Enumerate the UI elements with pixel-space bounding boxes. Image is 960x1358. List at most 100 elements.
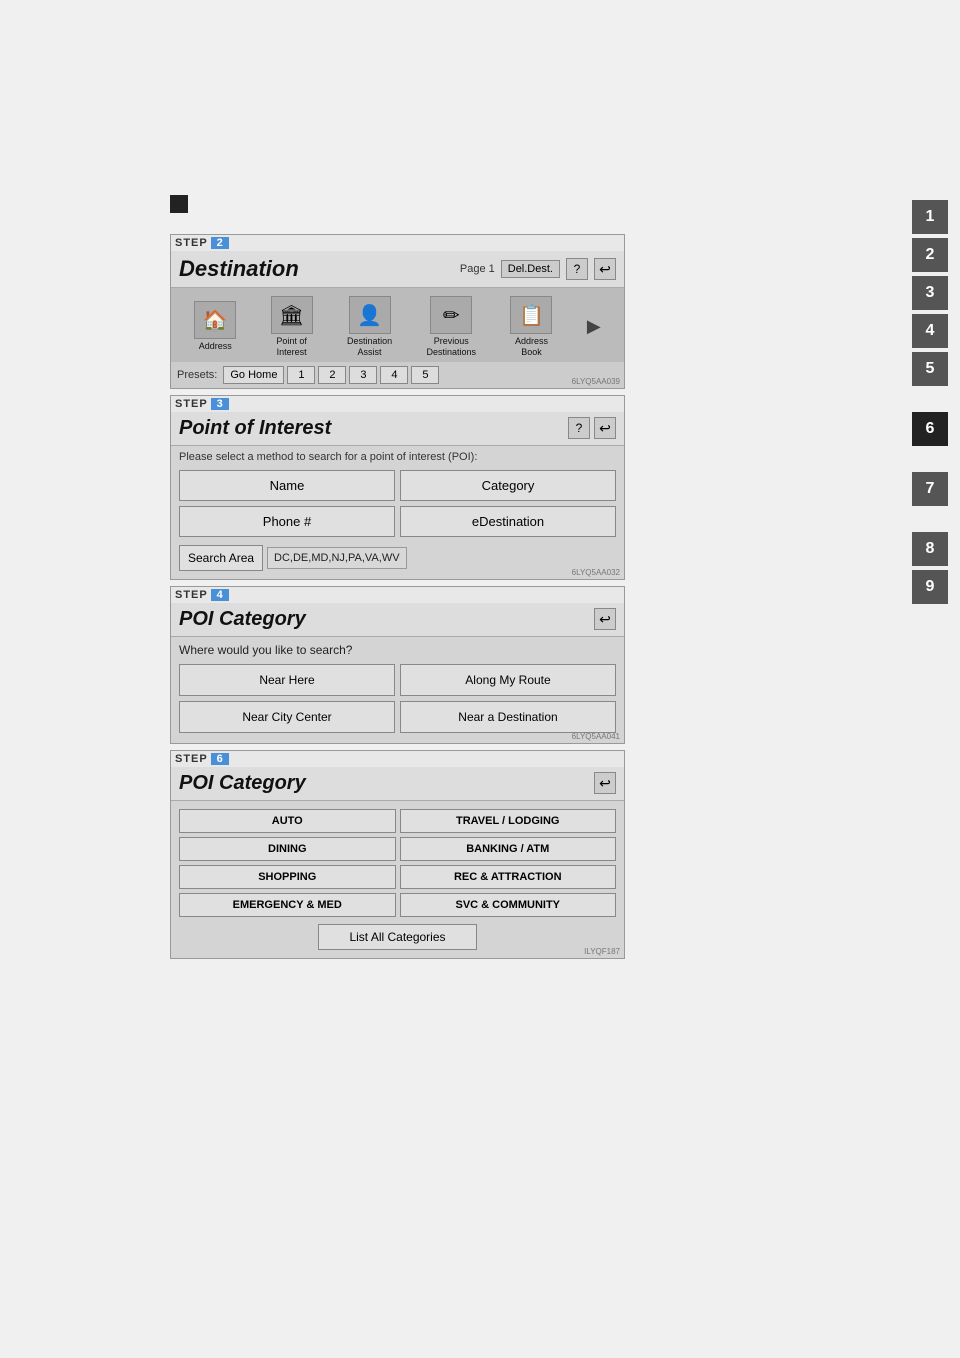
step2-panel: STEP 2 Destination Page 1 Del.Dest. ? ↩ … xyxy=(170,234,625,389)
preset-3[interactable]: 3 xyxy=(349,366,377,384)
step3-image-code: 6LYQ5AA032 xyxy=(572,568,620,577)
step3-help-button[interactable]: ? xyxy=(568,417,590,439)
sidebar-num-4[interactable]: 4 xyxy=(912,314,948,348)
search-area-value: DC,DE,MD,NJ,PA,VA,WV xyxy=(267,547,407,569)
poi-search-row: Search Area DC,DE,MD,NJ,PA,VA,WV xyxy=(171,541,624,579)
step2-num-badge: 2 xyxy=(211,237,229,249)
preset-1[interactable]: 1 xyxy=(287,366,315,384)
preset-4[interactable]: 4 xyxy=(380,366,408,384)
sidebar-num-5[interactable]: 5 xyxy=(912,352,948,386)
dining-button[interactable]: DINING xyxy=(179,837,396,861)
step6-image-code: ILYQF187 xyxy=(584,947,620,956)
emergency-med-button[interactable]: EMERGENCY & MED xyxy=(179,893,396,917)
svc-community-button[interactable]: SVC & COMMUNITY xyxy=(400,893,617,917)
step6-title-bar: POI Category ↩ xyxy=(171,767,624,801)
destination-title-bar: Destination Page 1 Del.Dest. ? ↩ xyxy=(171,251,624,288)
step4-num-badge: 4 xyxy=(211,589,229,601)
location-buttons-grid: Near Here Along My Route Near City Cente… xyxy=(171,660,624,743)
step6-panel: STEP 6 POI Category ↩ AUTO TRAVEL / LODG… xyxy=(170,750,625,959)
poi-icon: 🏛 xyxy=(271,296,313,334)
sidebar-num-3[interactable]: 3 xyxy=(912,276,948,310)
banking-atm-button[interactable]: BANKING / ATM xyxy=(400,837,617,861)
step4-title-bar: POI Category ↩ xyxy=(171,603,624,637)
step4-back-button[interactable]: ↩ xyxy=(594,608,616,630)
page-info: Page 1 xyxy=(460,263,495,275)
poi-label: Point ofInterest xyxy=(276,336,307,358)
step6-num-badge: 6 xyxy=(211,753,229,765)
address-label: Address xyxy=(199,341,232,352)
sidebar-num-1[interactable]: 1 xyxy=(912,200,948,234)
address-book-icon-item[interactable]: 📋 AddressBook xyxy=(510,296,552,358)
sidebar-num-2[interactable]: 2 xyxy=(912,238,948,272)
step6-back-button[interactable]: ↩ xyxy=(594,772,616,794)
step3-header: STEP 3 xyxy=(171,396,624,412)
poi-buttons-grid: Name Category Phone # eDestination xyxy=(171,466,624,541)
dest-assist-icon: 👤 xyxy=(349,296,391,334)
step6-step-label: STEP xyxy=(175,753,208,765)
near-a-destination-button[interactable]: Near a Destination xyxy=(400,701,616,733)
address-book-label: AddressBook xyxy=(515,336,548,358)
step3-panel: STEP 3 Point of Interest ? ↩ Please sele… xyxy=(170,395,625,580)
step6-title: POI Category xyxy=(179,772,306,795)
section-bullet xyxy=(170,195,188,213)
more-arrow-icon[interactable]: ▶ xyxy=(587,316,601,337)
step6-header: STEP 6 xyxy=(171,751,624,767)
poi-title-bar: Point of Interest ? ↩ xyxy=(171,412,624,446)
step3-back-button[interactable]: ↩ xyxy=(594,417,616,439)
rec-attraction-button[interactable]: REC & ATTRACTION xyxy=(400,865,617,889)
list-all-row: List All Categories xyxy=(171,921,624,958)
step2-step-label: STEP xyxy=(175,237,208,249)
poi-icon-item[interactable]: 🏛 Point ofInterest xyxy=(271,296,313,358)
step2-header: STEP 2 xyxy=(171,235,624,251)
step4-image-code: 6LYQ5AA041 xyxy=(572,732,620,741)
sidebar-num-8[interactable]: 8 xyxy=(912,532,948,566)
list-all-button[interactable]: List All Categories xyxy=(318,924,476,950)
prev-dest-icon: ✏ xyxy=(430,296,472,334)
prev-dest-label: PreviousDestinations xyxy=(427,336,477,358)
step4-step-label: STEP xyxy=(175,589,208,601)
poi-title: Point of Interest xyxy=(179,417,331,440)
step4-title: POI Category xyxy=(179,608,306,631)
near-city-center-button[interactable]: Near City Center xyxy=(179,701,395,733)
address-icon: 🏠 xyxy=(194,301,236,339)
chapter-sidebar: 1 2 3 4 5 6 7 8 9 xyxy=(912,200,960,606)
shopping-button[interactable]: SHOPPING xyxy=(179,865,396,889)
along-my-route-button[interactable]: Along My Route xyxy=(400,664,616,696)
dest-assist-icon-item[interactable]: 👤 DestinationAssist xyxy=(347,296,392,358)
step2-help-button[interactable]: ? xyxy=(566,258,588,280)
auto-button[interactable]: AUTO xyxy=(179,809,396,833)
sidebar-num-9[interactable]: 9 xyxy=(912,570,948,604)
where-search-label: Where would you like to search? xyxy=(171,637,624,660)
step2-image-code: 6LYQ5AA039 xyxy=(572,377,620,386)
prev-dest-icon-item[interactable]: ✏ PreviousDestinations xyxy=(427,296,477,358)
name-button[interactable]: Name xyxy=(179,470,395,501)
sidebar-num-6[interactable]: 6 xyxy=(912,412,948,446)
preset-2[interactable]: 2 xyxy=(318,366,346,384)
presets-label: Presets: xyxy=(177,369,217,381)
near-here-button[interactable]: Near Here xyxy=(179,664,395,696)
category-button[interactable]: Category xyxy=(400,470,616,501)
step3-step-label: STEP xyxy=(175,398,208,410)
sidebar-num-7[interactable]: 7 xyxy=(912,472,948,506)
presets-row: Presets: Go Home 1 2 3 4 5 xyxy=(171,362,624,388)
step4-header: STEP 4 xyxy=(171,587,624,603)
step2-back-button[interactable]: ↩ xyxy=(594,258,616,280)
phone-button[interactable]: Phone # xyxy=(179,506,395,537)
del-dest-button[interactable]: Del.Dest. xyxy=(501,260,560,278)
step4-panel: STEP 4 POI Category ↩ Where would you li… xyxy=(170,586,625,744)
dest-assist-label: DestinationAssist xyxy=(347,336,392,358)
travel-lodging-button[interactable]: TRAVEL / LODGING xyxy=(400,809,617,833)
main-content: STEP 2 Destination Page 1 Del.Dest. ? ↩ … xyxy=(170,195,630,965)
sidebar-gap-1 xyxy=(912,390,960,410)
address-book-icon: 📋 xyxy=(510,296,552,334)
poi-description: Please select a method to search for a p… xyxy=(171,446,624,466)
preset-5[interactable]: 5 xyxy=(411,366,439,384)
search-area-button[interactable]: Search Area xyxy=(179,545,263,571)
sidebar-gap-2 xyxy=(912,450,960,470)
category-buttons-grid: AUTO TRAVEL / LODGING DINING BANKING / A… xyxy=(171,801,624,921)
destination-icons-row: 🏠 Address 🏛 Point ofInterest 👤 Destinati… xyxy=(171,288,624,362)
edestination-button[interactable]: eDestination xyxy=(400,506,616,537)
address-icon-item[interactable]: 🏠 Address xyxy=(194,301,236,352)
preset-go-home[interactable]: Go Home xyxy=(223,366,284,384)
sidebar-gap-3 xyxy=(912,510,960,530)
